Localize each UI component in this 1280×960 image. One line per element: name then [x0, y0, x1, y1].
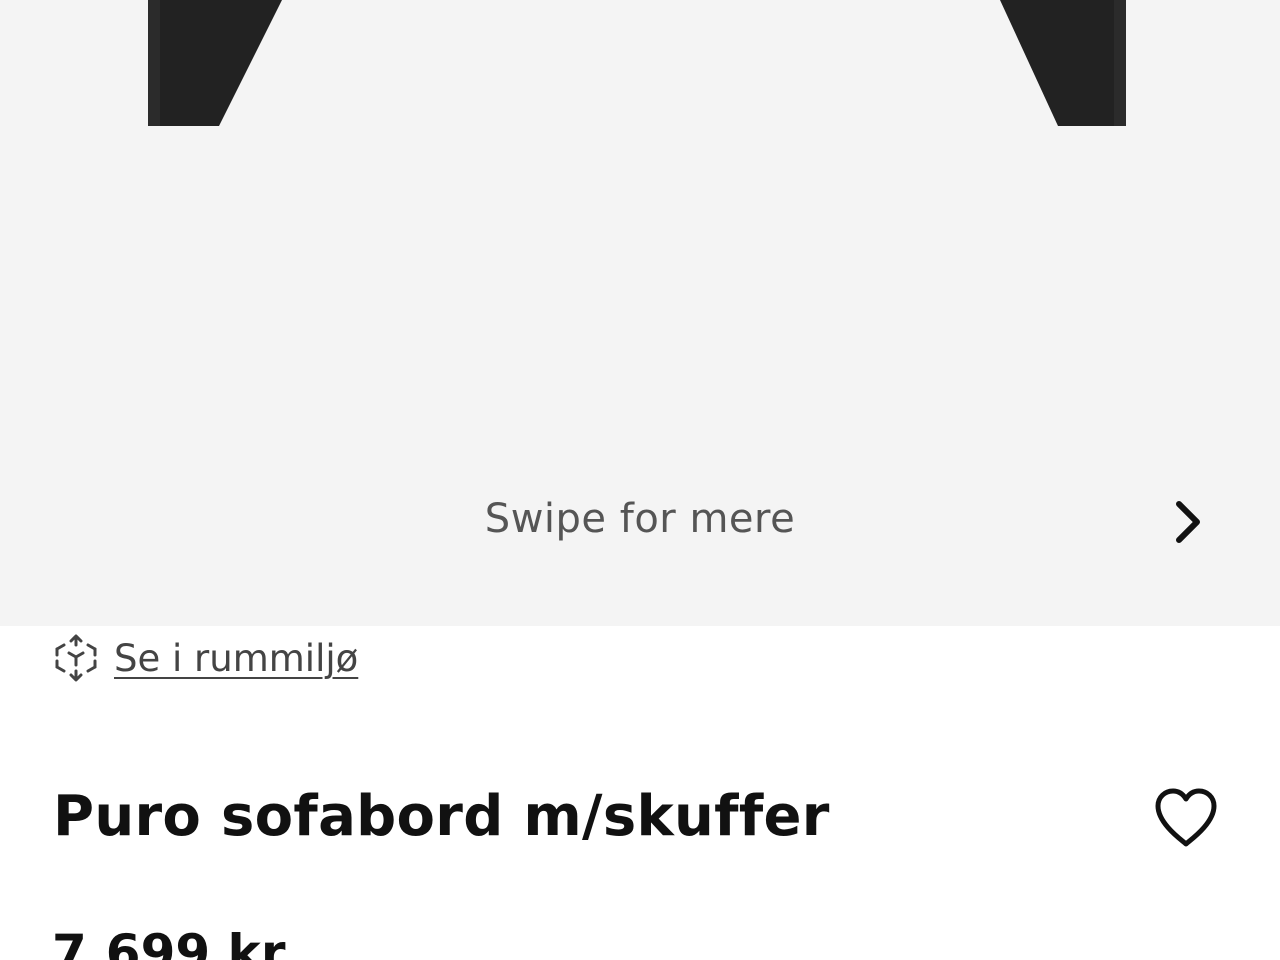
next-image-button[interactable]	[1160, 496, 1216, 548]
room-view-link[interactable]: Se i rummiljø	[54, 630, 358, 686]
product-image-gallery[interactable]: Swipe for mere	[0, 0, 1280, 626]
room-view-label: Se i rummiljø	[114, 636, 359, 680]
ar-cube-icon	[55, 634, 97, 682]
product-image	[148, 0, 1126, 126]
table-leg-left	[148, 0, 282, 126]
product-price: 7.699 kr.	[52, 924, 298, 960]
table-leg-right	[1000, 0, 1126, 126]
product-page: Swipe for mere Se i rummiljø Puro sofabo…	[0, 0, 1280, 960]
swipe-hint-text: Swipe for mere	[484, 496, 796, 542]
heart-outline-icon	[1155, 788, 1217, 847]
chevron-right-icon	[1176, 501, 1200, 543]
product-title: Puro sofabord m/skuffer	[53, 784, 830, 849]
favorite-button[interactable]	[1150, 782, 1222, 852]
